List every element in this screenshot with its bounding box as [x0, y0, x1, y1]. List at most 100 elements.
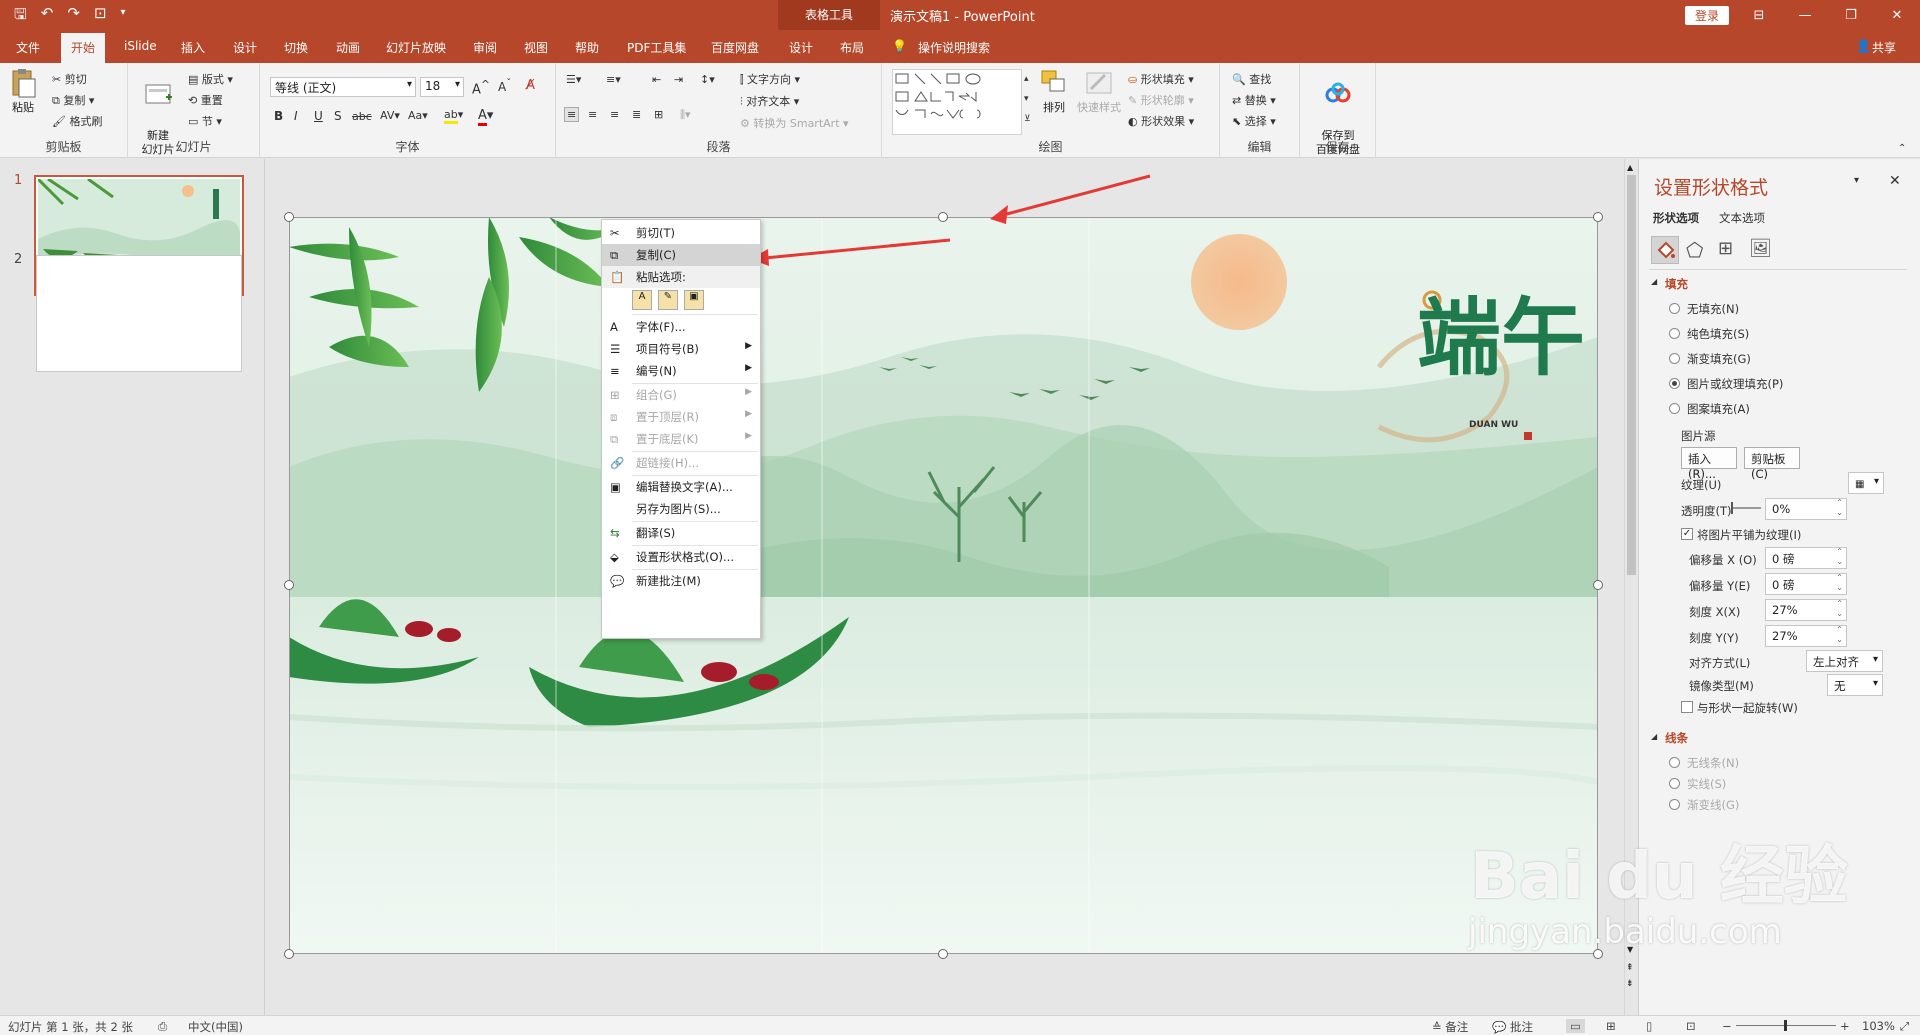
- radio-gradient-fill[interactable]: [1669, 353, 1680, 364]
- collapse-line-icon[interactable]: ◢: [1651, 732, 1657, 741]
- previous-slide-icon[interactable]: ⇞: [1626, 963, 1634, 973]
- menu-item-edit-alt-text[interactable]: ▣ 编辑替换文字(A)...: [602, 476, 760, 498]
- comments-button[interactable]: 💬 批注: [1492, 1019, 1533, 1035]
- spellcheck-icon[interactable]: ⎙: [158, 1019, 167, 1034]
- menu-item-copy[interactable]: ⧉ 复制(C): [602, 244, 760, 266]
- radio-solid-fill[interactable]: [1669, 328, 1680, 339]
- radio-solid-line[interactable]: [1669, 778, 1680, 789]
- zoom-slider-thumb[interactable]: [1784, 1020, 1787, 1031]
- insert-picture-button[interactable]: 插入(R)...: [1681, 447, 1737, 481]
- picture-tab-icon[interactable]: 🖼: [1749, 238, 1772, 259]
- menu-item-translate-label: 翻译(S): [636, 526, 676, 540]
- radio-no-line[interactable]: [1669, 757, 1680, 768]
- gradient-line-label: 渐变线(G): [1687, 798, 1740, 812]
- mirror-type-dropdown[interactable]: 无: [1827, 674, 1883, 696]
- tab-text-options[interactable]: 文本选项: [1719, 210, 1765, 226]
- size-properties-tab-icon[interactable]: ⊞: [1718, 238, 1733, 259]
- menu-item-paste-options: 📋 粘贴选项:: [602, 266, 760, 288]
- transparency-slider[interactable]: [1731, 507, 1761, 509]
- menu-item-edit-alt-text-label: 编辑替换文字(A)...: [636, 480, 733, 494]
- reading-view-icon[interactable]: ▯: [1646, 1019, 1652, 1033]
- menu-item-bring-to-front: ⧈ 置于顶层(R) ▶: [602, 406, 760, 428]
- tile-picture-label: 将图片平铺为纹理(I): [1697, 528, 1802, 542]
- slideshow-view-icon[interactable]: ⊡: [1686, 1019, 1696, 1033]
- format-pane-title: 设置形状格式: [1654, 177, 1769, 199]
- next-slide-icon[interactable]: ⇟: [1626, 979, 1634, 989]
- effects-tab-icon[interactable]: ⬠: [1686, 238, 1703, 262]
- alignment-dropdown[interactable]: 左上对齐: [1806, 650, 1883, 672]
- offset-x-label: 偏移量 X (O): [1689, 553, 1757, 567]
- paste-keep-source-formatting-icon[interactable]: ✎: [658, 290, 678, 310]
- menu-item-save-as-picture[interactable]: 另存为图片(S)...: [602, 498, 760, 520]
- radio-gradient-line[interactable]: [1669, 799, 1680, 810]
- paste-picture-icon[interactable]: ▣: [684, 290, 704, 310]
- submenu-arrow-icon: ▶: [745, 409, 752, 419]
- transparency-input[interactable]: 0%: [1765, 498, 1847, 520]
- comment-icon: 💬: [1492, 1020, 1507, 1034]
- link-icon: 🔗: [610, 456, 625, 470]
- fill-line-tab[interactable]: [1651, 236, 1679, 264]
- scale-x-input[interactable]: 27%: [1765, 599, 1847, 621]
- collapse-fill-icon[interactable]: ◢: [1651, 277, 1657, 286]
- zoom-level[interactable]: 103%: [1862, 1019, 1895, 1033]
- tab-shape-options[interactable]: 形状选项: [1653, 210, 1699, 226]
- notes-button[interactable]: ≙ 备注: [1432, 1019, 1468, 1035]
- gradient-fill-label: 渐变填充(G): [1687, 352, 1751, 366]
- paste-use-destination-theme-icon[interactable]: A: [632, 290, 652, 310]
- no-fill-label: 无填充(N): [1687, 302, 1740, 316]
- slide-count-status: 幻灯片 第 1 张，共 2 张: [8, 1020, 133, 1034]
- picture-source-label: 图片源: [1681, 429, 1716, 443]
- mirror-type-label: 镜像类型(M): [1689, 679, 1754, 693]
- texture-dropdown[interactable]: ▦: [1848, 472, 1884, 494]
- menu-item-paste-options-label: 粘贴选项:: [636, 270, 686, 284]
- menu-item-font[interactable]: A 字体(F)...: [602, 316, 760, 338]
- close-pane-icon[interactable]: ✕: [1889, 173, 1901, 189]
- transparency-slider-thumb[interactable]: [1731, 502, 1733, 514]
- alignment-label: 对齐方式(L): [1689, 656, 1751, 670]
- rotate-with-shape-checkbox[interactable]: [1681, 701, 1693, 713]
- menu-item-cut-label: 剪切(T): [636, 226, 675, 240]
- menu-item-hyperlink: 🔗 超链接(H)...: [602, 452, 760, 474]
- language-status[interactable]: 中文(中国): [188, 1019, 243, 1035]
- format-shape-icon: ⬙: [610, 550, 619, 564]
- menu-item-cut[interactable]: ✂ 剪切(T): [602, 222, 760, 244]
- radio-pattern-fill[interactable]: [1669, 403, 1680, 414]
- offset-y-input[interactable]: 0 磅: [1765, 573, 1847, 595]
- menu-item-send-to-back: ⧉ 置于底层(K) ▶: [602, 428, 760, 450]
- offset-x-input[interactable]: 0 磅: [1765, 547, 1847, 569]
- annotation-arrow-copy: [764, 238, 951, 260]
- menu-item-font-label: 字体(F)...: [636, 320, 686, 334]
- comment-icon: 💬: [610, 574, 625, 588]
- normal-view-icon[interactable]: ▭: [1566, 1019, 1585, 1033]
- scroll-thumb[interactable]: [1627, 175, 1636, 575]
- zoom-out-icon[interactable]: −: [1722, 1019, 1732, 1033]
- numbering-icon: ≡: [610, 364, 620, 378]
- translate-icon: ⇆: [610, 526, 620, 540]
- radio-no-fill[interactable]: [1669, 303, 1680, 314]
- radio-picture-fill[interactable]: [1669, 378, 1680, 389]
- rotate-with-shape-label: 与形状一起旋转(W): [1697, 701, 1798, 715]
- slide-sorter-icon[interactable]: ⊞: [1606, 1019, 1616, 1033]
- fill-section-header[interactable]: 填充: [1665, 276, 1688, 292]
- menu-item-bullets[interactable]: ☰ 项目符号(B) ▶: [602, 338, 760, 360]
- menu-item-new-comment[interactable]: 💬 新建批注(M): [602, 570, 760, 592]
- submenu-arrow-icon: ▶: [745, 387, 752, 397]
- zoom-in-icon[interactable]: +: [1840, 1019, 1850, 1033]
- font-icon: A: [610, 320, 618, 334]
- tile-picture-checkbox[interactable]: ✓: [1681, 528, 1693, 540]
- line-section-header[interactable]: 线条: [1665, 730, 1688, 746]
- transparency-label: 透明度(T): [1681, 504, 1732, 518]
- fit-to-window-icon[interactable]: ⤢: [1900, 1019, 1909, 1034]
- menu-item-translate[interactable]: ⇆ 翻译(S): [602, 522, 760, 544]
- scale-y-input[interactable]: 27%: [1765, 625, 1847, 647]
- clipboard-picture-button[interactable]: 剪贴板(C): [1744, 447, 1800, 481]
- menu-item-numbering[interactable]: ≡ 编号(N) ▶: [602, 360, 760, 382]
- send-back-icon: ⧉: [610, 432, 619, 446]
- baidu-watermark: Bai du 经验: [1470, 840, 1848, 914]
- paste-icon: 📋: [610, 270, 625, 284]
- scroll-up-icon[interactable]: ▲: [1627, 163, 1633, 172]
- pane-options-icon[interactable]: ▾: [1854, 175, 1859, 186]
- menu-item-hyperlink-label: 超链接(H)...: [636, 456, 700, 470]
- menu-item-format-shape[interactable]: ⬙ 设置形状格式(O)...: [602, 546, 760, 568]
- divider: [1649, 269, 1907, 270]
